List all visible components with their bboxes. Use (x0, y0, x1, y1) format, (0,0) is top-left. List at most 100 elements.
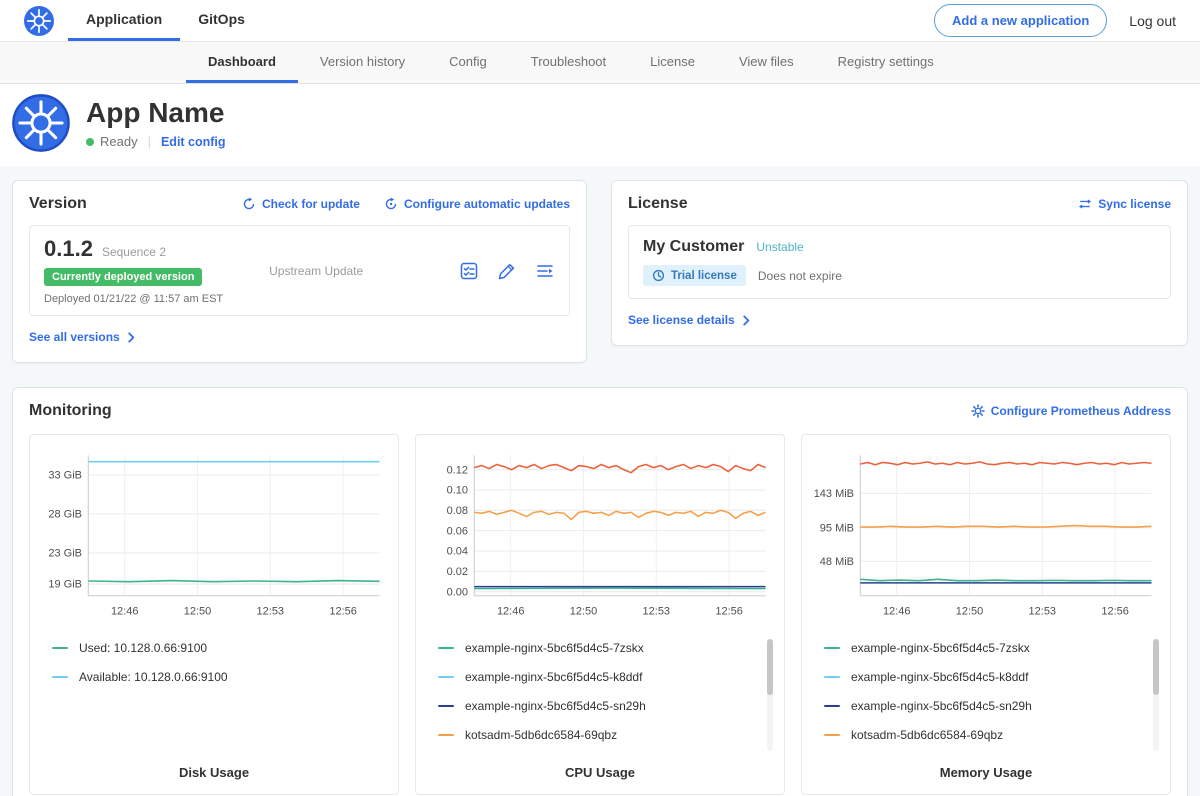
legend-item: example-nginx-5bc6f5d4c5-7zskx (824, 641, 1146, 655)
see-all-versions-label: See all versions (29, 330, 120, 344)
svg-text:0.02: 0.02 (447, 566, 468, 578)
legend-item: kotsadm-5db6dc6584-69qbz (438, 728, 760, 742)
deploy-logs-icon[interactable] (535, 261, 555, 281)
refresh-icon (242, 197, 256, 211)
svg-text:12:56: 12:56 (715, 606, 743, 618)
legend-item: example-nginx-5bc6f5d4c5-sn29h (438, 699, 760, 713)
version-links: Check for update Configure automatic upd… (242, 197, 570, 211)
edit-config-link[interactable]: Edit config (161, 135, 226, 149)
current-version-box: 0.1.2 Sequence 2 Currently deployed vers… (29, 225, 570, 316)
status-dot-icon (86, 138, 94, 146)
chevron-right-icon (741, 315, 752, 326)
svg-text:23 GiB: 23 GiB (48, 548, 82, 560)
chart-title: CPU Usage (424, 757, 776, 780)
svg-text:48 MiB: 48 MiB (820, 556, 854, 568)
svg-text:12:56: 12:56 (1101, 606, 1129, 618)
add-application-button[interactable]: Add a new application (934, 4, 1107, 37)
legend-color-dash (824, 647, 840, 649)
chevron-right-icon (126, 332, 137, 343)
chart-title: Disk Usage (38, 757, 390, 780)
expiration-text: Does not expire (758, 269, 842, 283)
legend-label: example-nginx-5bc6f5d4c5-sn29h (465, 699, 646, 713)
sub-nav-tab-troubleshoot[interactable]: Troubleshoot (509, 42, 628, 83)
trial-license-label: Trial license (671, 270, 737, 282)
top-nav-tab-gitops[interactable]: GitOps (180, 0, 263, 41)
license-card: License Sync license My Customer Unstabl… (611, 180, 1188, 346)
legend-label: kotsadm-5db6dc6584-69qbz (465, 728, 617, 742)
chart-legend: example-nginx-5bc6f5d4c5-7zskx example-ng… (424, 639, 776, 757)
svg-text:12:56: 12:56 (329, 606, 357, 618)
sync-license-link[interactable]: Sync license (1078, 197, 1171, 211)
svg-text:12:50: 12:50 (570, 606, 598, 618)
status-separator: | (148, 134, 151, 149)
app-status-row: Ready | Edit config (86, 134, 226, 149)
legend-item: Used: 10.128.0.66:9100 (52, 641, 374, 655)
see-license-details-link[interactable]: See license details (628, 313, 752, 327)
kubernetes-logo-icon (24, 6, 54, 36)
legend-color-dash (438, 734, 454, 736)
version-number: 0.1.2 (44, 236, 93, 262)
sub-nav-tab-view-files[interactable]: View files (717, 42, 816, 83)
deployed-timestamp: Deployed 01/21/22 @ 11:57 am EST (44, 293, 223, 305)
svg-text:12:46: 12:46 (497, 606, 525, 618)
sub-nav: DashboardVersion historyConfigTroublesho… (0, 42, 1200, 84)
svg-text:12:50: 12:50 (956, 606, 984, 618)
legend-scrollbar[interactable] (1153, 639, 1159, 751)
top-nav-tabs: ApplicationGitOps (68, 0, 263, 41)
upstream-update-label: Upstream Update (269, 264, 363, 278)
preflight-checklist-icon[interactable] (459, 261, 479, 281)
sub-nav-tab-version-history[interactable]: Version history (298, 42, 427, 83)
legend-label: example-nginx-5bc6f5d4c5-7zskx (851, 641, 1030, 655)
top-nav-tab-application[interactable]: Application (68, 0, 180, 41)
svg-text:95 MiB: 95 MiB (820, 522, 854, 534)
sub-nav-tab-dashboard[interactable]: Dashboard (186, 42, 298, 83)
customer-name: My Customer (643, 238, 744, 256)
license-box: My Customer Unstable Trial license Does … (628, 225, 1171, 299)
legend-scrollbar[interactable] (767, 639, 773, 751)
monitoring-head: Monitoring Configure Prometheus Address (29, 402, 1171, 420)
legend-scrollbar-thumb[interactable] (767, 639, 773, 695)
sub-nav-tab-license[interactable]: License (628, 42, 717, 83)
svg-text:12:53: 12:53 (257, 606, 285, 618)
logout-link[interactable]: Log out (1129, 13, 1176, 29)
gear-icon (971, 404, 985, 418)
legend-label: kotsadm-5db6dc6584-69qbz (851, 728, 1003, 742)
chart-legend: Used: 10.128.0.66:9100Available: 10.128.… (38, 639, 390, 757)
clock-icon (652, 269, 665, 282)
svg-text:12:53: 12:53 (643, 606, 671, 618)
svg-text:0.00: 0.00 (447, 586, 468, 598)
sync-license-label: Sync license (1098, 197, 1171, 211)
auto-update-icon (384, 197, 398, 211)
chart-plot-cpu-usage: 0.120.100.080.060.040.020.0012:4612:5012… (424, 447, 776, 625)
configure-prometheus-link[interactable]: Configure Prometheus Address (971, 404, 1171, 418)
legend-scrollbar-thumb[interactable] (1153, 639, 1159, 695)
top-nav-right: Add a new application Log out (934, 4, 1176, 37)
status-text: Ready (100, 134, 138, 149)
charts-row: 33 GiB28 GiB23 GiB19 GiB12:4612:5012:531… (29, 434, 1171, 795)
svg-text:143 MiB: 143 MiB (814, 488, 854, 500)
legend-color-dash (438, 676, 454, 678)
monitoring-card: Monitoring Configure Prometheus Address (12, 387, 1188, 796)
legend-item: example-nginx-5bc6f5d4c5-k8ddf (824, 670, 1146, 684)
svg-text:12:53: 12:53 (1029, 606, 1057, 618)
app-header: App Name Ready | Edit config (0, 84, 1200, 166)
svg-text:0.04: 0.04 (447, 546, 468, 558)
sub-nav-tab-config[interactable]: Config (427, 42, 509, 83)
svg-text:12:50: 12:50 (184, 606, 212, 618)
check-for-update-link[interactable]: Check for update (242, 197, 360, 211)
see-all-versions-link[interactable]: See all versions (29, 330, 137, 344)
svg-text:33 GiB: 33 GiB (48, 470, 82, 482)
chart-card-disk-usage: 33 GiB28 GiB23 GiB19 GiB12:4612:5012:531… (29, 434, 399, 795)
edit-config-tool-icon[interactable] (497, 261, 517, 281)
configure-automatic-updates-link[interactable]: Configure automatic updates (384, 197, 570, 211)
version-number-row: 0.1.2 Sequence 2 (44, 236, 223, 262)
legend-item: example-nginx-5bc6f5d4c5-7zskx (438, 641, 760, 655)
legend-label: Used: 10.128.0.66:9100 (79, 641, 207, 655)
configure-prometheus-label: Configure Prometheus Address (991, 404, 1171, 418)
legend-item: example-nginx-5bc6f5d4c5-sn29h (824, 699, 1146, 713)
sequence-label: Sequence 2 (102, 245, 166, 259)
legend-label: example-nginx-5bc6f5d4c5-7zskx (465, 641, 644, 655)
top-nav: ApplicationGitOps Add a new application … (0, 0, 1200, 42)
sub-nav-tab-registry-settings[interactable]: Registry settings (816, 42, 956, 83)
legend-color-dash (824, 705, 840, 707)
